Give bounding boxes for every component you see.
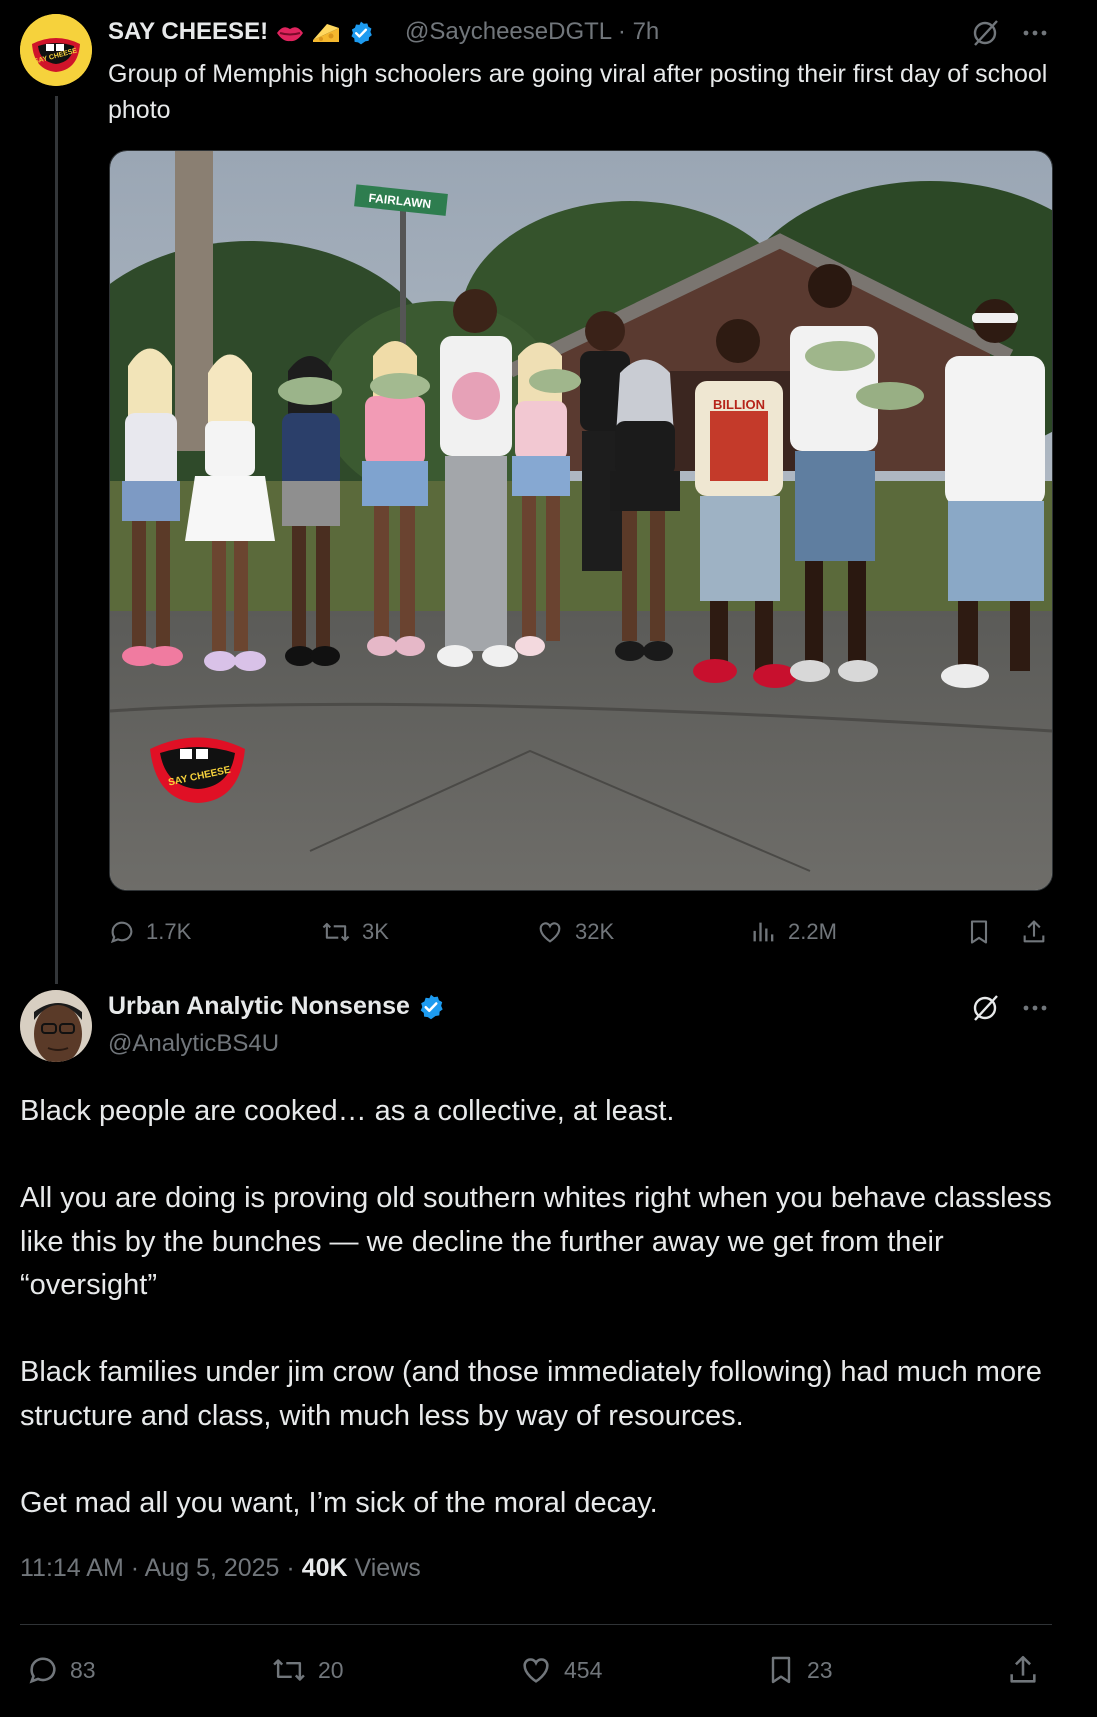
bookmark-icon [765, 1652, 797, 1688]
thread-connector-line [55, 96, 58, 984]
views-icon [750, 918, 778, 946]
tweet-body: Black people are cooked… as a collective… [20, 1090, 1060, 1525]
reply-button[interactable]: 83 [26, 1650, 96, 1690]
urban-analytic-avatar[interactable] [20, 990, 92, 1062]
author-display-name[interactable]: Urban Analytic Nonsense [108, 992, 410, 1020]
quoted-display-name[interactable]: SAY CHEESE! [108, 18, 268, 45]
like-icon [535, 918, 565, 946]
shirt-text: BILLION [713, 397, 765, 412]
repost-count: 20 [318, 1656, 344, 1683]
reply-button[interactable]: 1.7K [108, 915, 191, 949]
tweet-timestamp[interactable]: 11:14 AM · Aug 5, 2025 · [20, 1554, 295, 1582]
author-handle[interactable]: @AnalyticBS4U [108, 1030, 279, 1058]
grok-icon[interactable] [970, 18, 1000, 48]
divider [20, 1624, 1052, 1625]
verified-badge-icon[interactable] [348, 20, 374, 46]
reply-count: 1.7K [146, 919, 192, 944]
cheese-emoji-icon [311, 20, 341, 46]
bookmark-button[interactable]: 23 [765, 1650, 833, 1690]
more-icon[interactable] [1020, 993, 1050, 1023]
repost-button[interactable]: 20 [270, 1650, 344, 1690]
repost-count: 3K [362, 919, 389, 944]
verified-badge-icon[interactable] [417, 993, 445, 1021]
repost-icon [320, 918, 352, 946]
bookmark-button[interactable] [965, 915, 993, 949]
share-icon [1006, 1652, 1040, 1688]
tweet-photo[interactable]: FAIRLAWN BILLION SAY CHEESE [109, 150, 1053, 891]
quoted-handle[interactable]: @SaycheeseDGTL [405, 18, 611, 45]
quoted-tweet-text: Group of Memphis high schoolers are goin… [108, 60, 1048, 124]
share-button[interactable] [1020, 915, 1048, 949]
like-count: 454 [564, 1656, 603, 1683]
reply-icon [26, 1653, 60, 1687]
quoted-timestamp[interactable]: · 7h [618, 18, 659, 45]
share-icon [1020, 917, 1048, 947]
tweet-metadata: 11:14 AM · Aug 5, 2025 · 40K Views [20, 1554, 421, 1583]
views-count: 40K [301, 1554, 348, 1582]
repost-icon [270, 1653, 308, 1687]
tweet-paragraph: All you are doing is proving old souther… [20, 1182, 1052, 1301]
bookmark-icon [965, 917, 993, 947]
say-cheese-avatar[interactable]: SAY CHEESE [20, 14, 92, 86]
views-button[interactable]: 2.2M [750, 915, 837, 949]
views-count: 2.2M [788, 919, 837, 944]
like-icon [518, 1653, 554, 1687]
lips-emoji-icon [275, 22, 305, 44]
reply-count: 83 [70, 1656, 96, 1683]
like-button[interactable]: 454 [518, 1650, 602, 1690]
tweet-paragraph: Black families under jim crow (and those… [20, 1356, 1042, 1432]
author-name-row[interactable]: Urban Analytic Nonsense [108, 992, 445, 1021]
reply-icon [108, 918, 136, 946]
quoted-handle-row[interactable]: @SaycheeseDGTL · 7h [405, 18, 659, 46]
more-icon[interactable] [1020, 18, 1050, 48]
views-label: Views [354, 1554, 421, 1582]
share-button[interactable] [1006, 1650, 1040, 1690]
quoted-author-name-row[interactable]: SAY CHEESE! [108, 18, 374, 46]
repost-button[interactable]: 3K [320, 915, 389, 949]
tweet-paragraph: Black people are cooked… as a collective… [20, 1095, 675, 1127]
like-count: 32K [575, 919, 615, 944]
like-button[interactable]: 32K [535, 915, 614, 949]
bookmark-count: 23 [807, 1656, 833, 1683]
tweet-paragraph: Get mad all you want, I’m sick of the mo… [20, 1486, 658, 1519]
grok-icon[interactable] [970, 993, 1000, 1023]
